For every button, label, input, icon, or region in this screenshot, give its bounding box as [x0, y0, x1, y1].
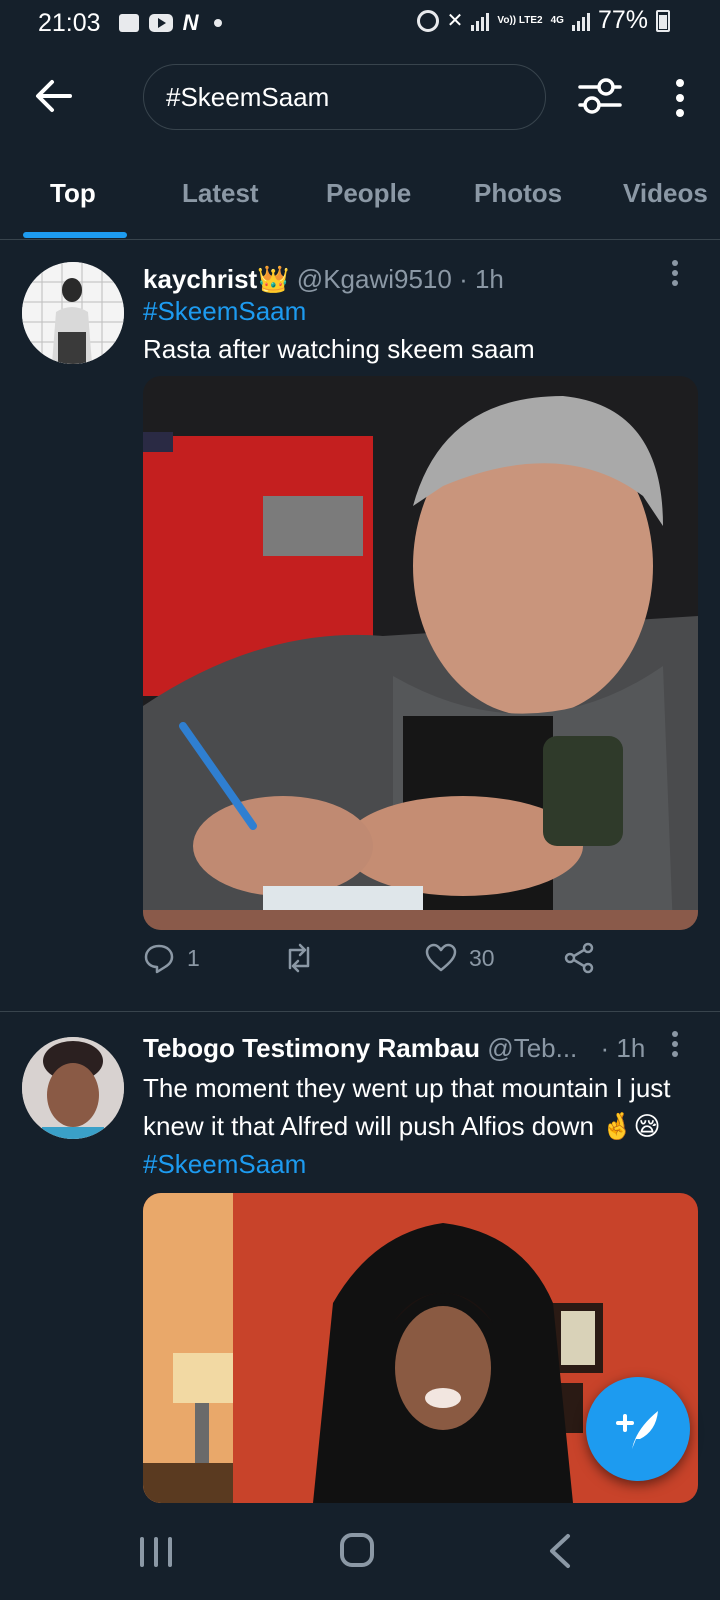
tweet-author-name[interactable]: Tebogo Testimony Rambau	[143, 1033, 480, 1063]
tweet-text: #SkeemSaam Rasta after watching skeem sa…	[143, 292, 688, 368]
nav-back-icon[interactable]	[548, 1533, 572, 1569]
more-vertical-icon[interactable]	[662, 78, 698, 118]
mute-icon: ✕	[446, 10, 464, 32]
active-tab-indicator	[23, 232, 127, 238]
filter-sliders-icon[interactable]	[578, 76, 622, 116]
battery-percent: 77%	[597, 6, 648, 34]
tweet-time: · 1h	[459, 264, 504, 294]
tweet-text: The moment they went up that mountain I …	[143, 1069, 688, 1183]
heart-icon	[425, 943, 457, 972]
avatar[interactable]	[22, 1037, 124, 1139]
alarm-icon	[416, 9, 439, 32]
tab-latest[interactable]: Latest	[182, 178, 259, 209]
battery-icon	[656, 9, 670, 32]
status-time: 21:03	[38, 8, 101, 37]
compose-feather-icon	[616, 1411, 658, 1449]
reply-count: 1	[187, 944, 200, 971]
tweet-author-handle[interactable]: @Teb...	[487, 1033, 577, 1063]
tweet-more-icon[interactable]	[672, 260, 680, 288]
hashtag-link[interactable]: #SkeemSaam	[143, 292, 688, 330]
tab-photos[interactable]: Photos	[474, 178, 562, 209]
tweet[interactable]: kaychrist👑 @Kgawi9510 · 1h #SkeemSaam Ra…	[0, 242, 720, 1012]
youtube-icon	[148, 14, 173, 32]
reply-button[interactable]: 1	[143, 942, 200, 974]
network-label: Vo)) LTE2	[497, 14, 543, 26]
like-button[interactable]: 30	[425, 942, 495, 974]
status-bar: 21:03 N ✕ Vo)) LTE2 4G 77%	[0, 0, 720, 46]
tweet-author-handle[interactable]: @Kgawi9510	[297, 264, 452, 294]
compose-tweet-button[interactable]	[586, 1377, 690, 1481]
retweet-icon	[288, 943, 310, 973]
tab-top[interactable]: Top	[50, 178, 96, 209]
back-arrow-icon[interactable]	[34, 76, 74, 116]
retweet-button[interactable]	[283, 942, 327, 974]
notification-icons: N	[118, 10, 223, 36]
tweet-body: The moment they went up that mountain I …	[143, 1073, 671, 1141]
signal-icon	[471, 11, 490, 31]
search-input[interactable]: #SkeemSaam	[143, 64, 546, 130]
tweet-body: Rasta after watching skeem saam	[143, 334, 535, 364]
search-value: #SkeemSaam	[166, 81, 330, 112]
share-button[interactable]	[563, 942, 595, 974]
recent-apps-icon[interactable]	[140, 1537, 172, 1567]
more-notifications-icon	[214, 19, 223, 27]
tweet-actions: 1 30	[143, 942, 613, 982]
reply-icon	[144, 944, 174, 974]
tweet-time: · 1h	[600, 1033, 646, 1063]
network-type: 4G	[550, 14, 564, 26]
home-icon[interactable]	[340, 1533, 374, 1567]
system-nav-bar	[0, 1503, 720, 1600]
tweet-header: kaychrist👑 @Kgawi9510 · 1h	[143, 264, 504, 295]
tweet-author-name[interactable]: kaychrist👑	[143, 264, 290, 294]
hashtag-link[interactable]: #SkeemSaam	[143, 1149, 306, 1179]
tab-videos[interactable]: Videos	[623, 178, 708, 209]
n-app-icon: N	[182, 10, 199, 35]
tweet-header: Tebogo Testimony Rambau @Teb... · 1h	[143, 1033, 645, 1064]
tweet-image[interactable]	[143, 376, 698, 930]
avatar[interactable]	[22, 262, 124, 364]
status-right: ✕ Vo)) LTE2 4G 77%	[416, 6, 670, 35]
share-icon	[564, 942, 594, 974]
gallery-icon	[118, 14, 139, 32]
tweet-more-icon[interactable]	[672, 1031, 680, 1059]
tab-people[interactable]: People	[326, 178, 411, 209]
signal-2-icon	[571, 11, 590, 31]
search-tabs: Top Latest People Photos Videos	[0, 160, 720, 240]
like-count: 30	[469, 944, 495, 971]
